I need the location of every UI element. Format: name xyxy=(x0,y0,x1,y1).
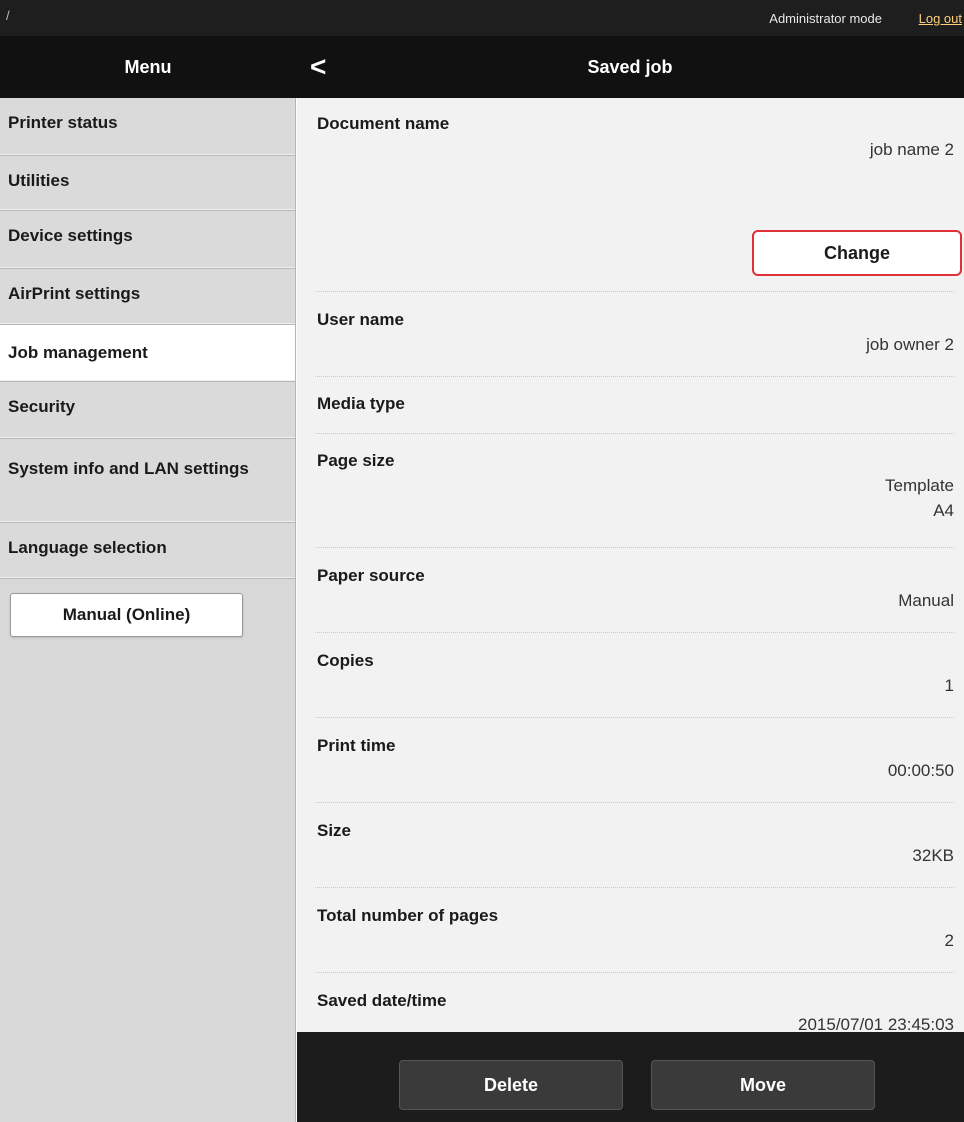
total-pages-value: 2 xyxy=(944,931,954,950)
copies-value: 1 xyxy=(944,676,954,695)
change-button[interactable]: Change xyxy=(752,230,962,276)
copies-label: Copies xyxy=(317,651,374,670)
size-value: 32KB xyxy=(912,846,954,865)
sidebar-item-utilities[interactable]: Utilities xyxy=(0,156,295,211)
logout-link[interactable]: Log out xyxy=(919,11,962,26)
total-pages-row: Total number of pages 2 xyxy=(315,888,954,973)
delete-button[interactable]: Delete xyxy=(399,1060,623,1110)
size-row: Size 32KB xyxy=(315,803,954,888)
copies-row: Copies 1 xyxy=(315,633,954,718)
top-status-bar: / Administrator mode Log out xyxy=(0,0,964,36)
print-time-value: 00:00:50 xyxy=(887,761,954,780)
page-size-row: Page size Template A4 xyxy=(315,434,954,548)
sidebar-menu: Printer status Utilities Device settings… xyxy=(0,98,296,1122)
path-indicator: / xyxy=(6,8,10,23)
paper-source-value: Manual xyxy=(898,591,954,610)
manual-online-button[interactable]: Manual (Online) xyxy=(10,593,243,637)
print-time-row: Print time 00:00:50 xyxy=(315,718,954,803)
move-button[interactable]: Move xyxy=(651,1060,875,1110)
media-type-label: Media type xyxy=(317,394,405,413)
user-name-row: User name job owner 2 xyxy=(315,292,954,377)
sidebar-item-job-management[interactable]: Job management xyxy=(0,325,295,382)
menu-title: Menu xyxy=(124,56,172,77)
user-name-label: User name xyxy=(317,310,404,329)
print-time-label: Print time xyxy=(317,736,396,755)
page-size-label: Page size xyxy=(317,451,395,470)
header-bar: Menu Saved job < xyxy=(0,36,964,98)
sidebar-item-language-selection[interactable]: Language selection xyxy=(0,523,295,579)
sidebar-item-airprint-settings[interactable]: AirPrint settings xyxy=(0,269,295,325)
user-name-value: job owner 2 xyxy=(866,335,954,354)
saved-datetime-row: Saved date/time 2015/07/01 23:45:03 xyxy=(315,973,954,1034)
paper-source-row: Paper source Manual xyxy=(315,548,954,633)
footer-action-bar: Delete Move xyxy=(297,1032,964,1122)
media-type-row: Media type xyxy=(315,377,954,434)
sidebar-item-printer-status[interactable]: Printer status xyxy=(0,98,295,156)
saved-job-details: Document name job name 2 Change User nam… xyxy=(297,98,964,1034)
back-chevron-icon[interactable]: < xyxy=(310,36,350,98)
page-size-value-line1: Template xyxy=(885,476,954,495)
size-label: Size xyxy=(317,821,352,840)
page-size-value-line2: A4 xyxy=(933,501,954,520)
document-name-value: job name 2 xyxy=(869,140,954,159)
paper-source-label: Paper source xyxy=(317,566,425,585)
sidebar-item-security[interactable]: Security xyxy=(0,382,295,439)
sidebar-item-device-settings[interactable]: Device settings xyxy=(0,211,295,269)
sidebar-item-system-info[interactable]: System info and LAN settings xyxy=(0,439,295,523)
admin-mode-label: Administrator mode xyxy=(769,11,882,26)
total-pages-label: Total number of pages xyxy=(317,906,499,925)
document-name-label: Document name xyxy=(317,114,450,133)
saved-datetime-label: Saved date/time xyxy=(317,991,447,1010)
page-title: Saved job xyxy=(587,56,673,77)
